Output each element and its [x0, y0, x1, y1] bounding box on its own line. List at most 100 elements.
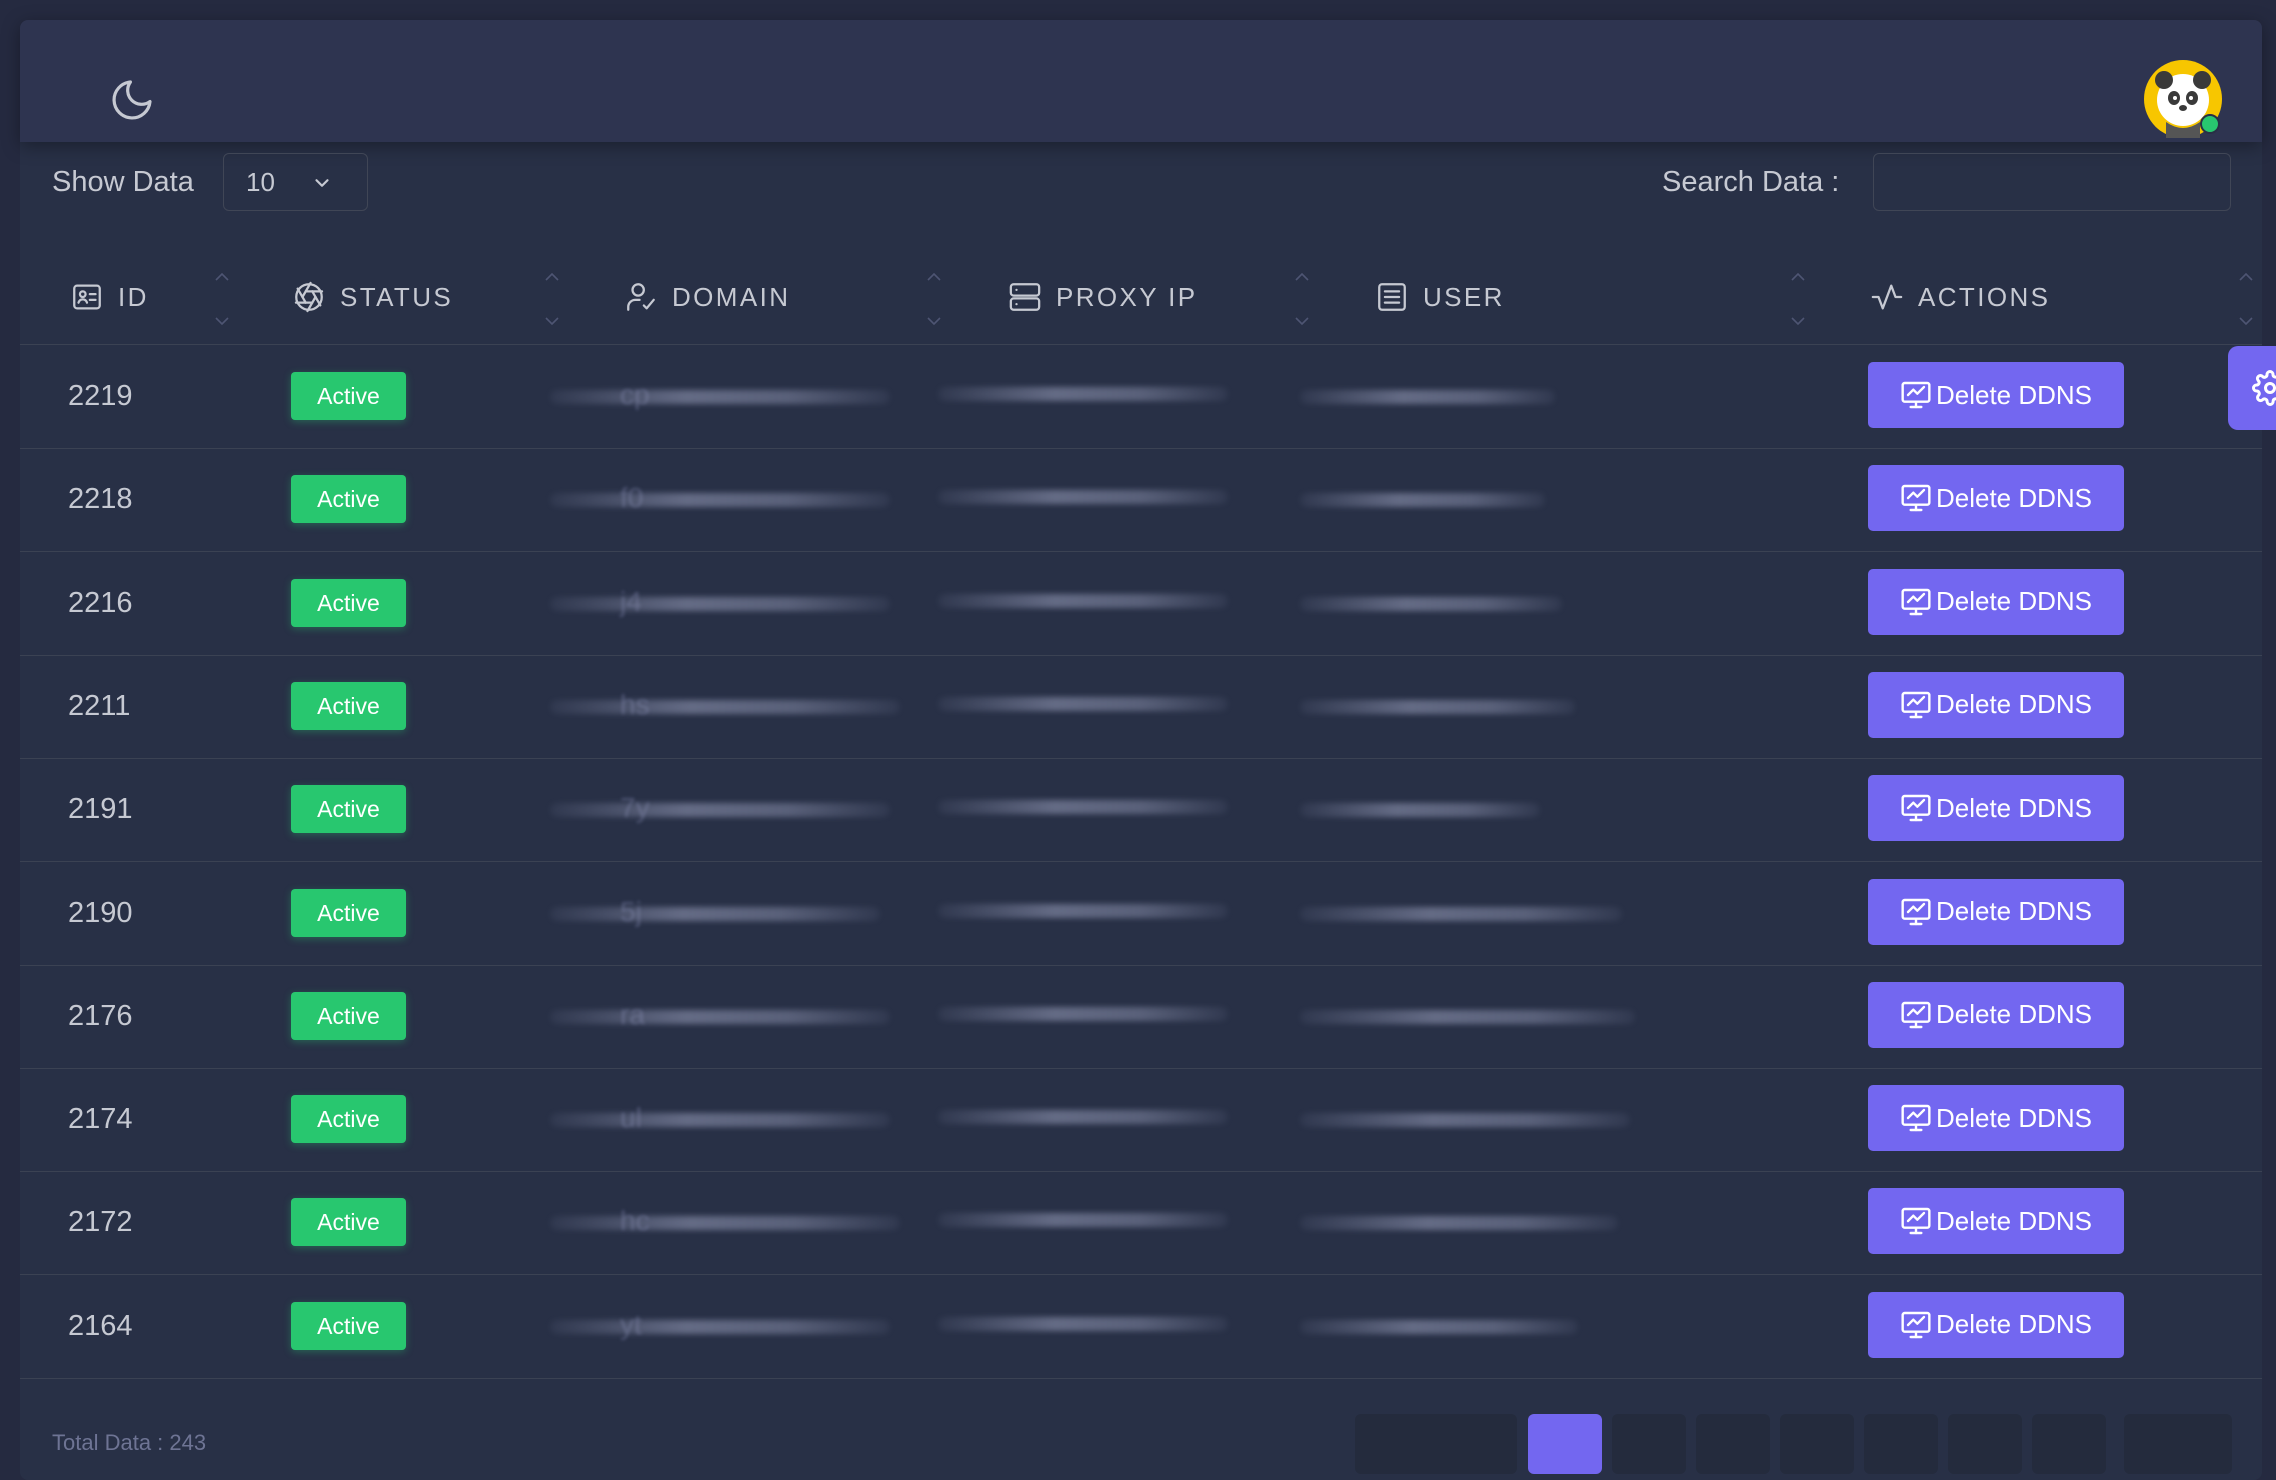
column-label: DOMAIN [672, 281, 791, 312]
proxy-ip-redacted [938, 1213, 1228, 1228]
table-row: 2219 Active cp Delete DDNS [20, 345, 2262, 449]
button-label: Delete DDNS [1935, 379, 2093, 410]
user-redacted [1300, 493, 1545, 508]
monitor-chart-icon [1901, 794, 1931, 822]
button-label: Delete DDNS [1935, 1102, 2093, 1133]
user-redacted [1300, 699, 1575, 714]
button-label: Delete DDNS [1935, 1205, 2093, 1236]
row-id: 2219 [68, 380, 133, 412]
status-badge: Active [291, 991, 406, 1040]
customizer-toggle[interactable] [2228, 346, 2276, 430]
delete-ddns-button[interactable]: Delete DDNS [1868, 671, 2124, 738]
domain-redacted [550, 803, 890, 818]
row-id: 2191 [68, 793, 133, 826]
button-label: Delete DDNS [1935, 586, 2093, 617]
status-badge: Active [291, 578, 406, 627]
status-badge: Active [291, 888, 406, 937]
domain-redacted [550, 1113, 890, 1128]
column-label: ACTIONS [1918, 281, 2051, 312]
domain-redacted [550, 699, 900, 714]
table-row: 2218 Active f0 Delete DDNS [20, 448, 2262, 553]
online-status-dot [2200, 114, 2220, 134]
total-data-text: Total Data : 243 [52, 1430, 207, 1455]
row-id: 2174 [68, 1103, 133, 1136]
table-row: 2164 Active yt Delete DDNS [20, 1275, 2262, 1379]
search-input[interactable] [1873, 153, 2231, 211]
column-header-id[interactable]: ID [70, 250, 149, 344]
sort-icon[interactable] [924, 268, 944, 330]
button-label: Delete DDNS [1935, 1309, 2093, 1340]
sort-icon[interactable] [1292, 268, 1312, 330]
column-header-status[interactable]: STATUS [292, 250, 453, 344]
status-badge: Active [291, 1095, 406, 1144]
delete-ddns-button[interactable]: Delete DDNS [1868, 981, 2124, 1048]
column-label: ID [118, 281, 149, 312]
proxy-ip-redacted [938, 800, 1228, 815]
delete-ddns-button[interactable]: Delete DDNS [1868, 465, 2124, 532]
column-label: PROXY IP [1056, 281, 1198, 312]
show-data-label: Show Data [52, 166, 194, 198]
table-header: ID STATUS DOMAIN PROXY IP USER ACTIONS [20, 250, 2262, 345]
pagination-prev[interactable] [1355, 1414, 1517, 1474]
status-badge: Active [291, 1301, 406, 1350]
pagination-page[interactable] [1696, 1414, 1770, 1474]
page-size-value: 10 [246, 167, 275, 197]
button-label: Delete DDNS [1935, 896, 2093, 926]
delete-ddns-button[interactable]: Delete DDNS [1868, 362, 2124, 428]
pagination-next[interactable] [2124, 1414, 2232, 1474]
status-badge: Active [291, 1198, 406, 1247]
sort-icon[interactable] [542, 268, 562, 330]
domain-redacted [550, 390, 890, 404]
delete-ddns-button[interactable]: Delete DDNS [1868, 1291, 2124, 1358]
monitor-chart-icon [1901, 898, 1931, 925]
sort-icon[interactable] [1788, 268, 1808, 330]
proxy-ip-redacted [938, 1110, 1228, 1125]
proxy-ip-redacted [938, 593, 1228, 608]
delete-ddns-button[interactable]: Delete DDNS [1868, 1085, 2124, 1152]
user-redacted [1300, 1113, 1630, 1128]
monitor-chart-icon [1901, 1311, 1931, 1338]
button-label: Delete DDNS [1935, 792, 2093, 823]
pagination-page[interactable] [1864, 1414, 1938, 1474]
pagination-page[interactable] [1612, 1414, 1686, 1474]
monitor-chart-icon [1901, 381, 1931, 409]
pagination-page[interactable] [2032, 1414, 2106, 1474]
user-redacted [1300, 1009, 1635, 1024]
column-label: USER [1423, 281, 1505, 312]
gear-icon [2252, 370, 2276, 406]
monitor-chart-icon [1901, 485, 1931, 512]
row-id: 2216 [68, 586, 133, 619]
user-redacted [1300, 596, 1562, 611]
proxy-ip-redacted [938, 387, 1228, 401]
button-label: Delete DDNS [1935, 482, 2093, 513]
monitor-chart-icon [1901, 1208, 1931, 1235]
pagination-page-active[interactable] [1528, 1414, 1602, 1474]
domain-redacted [550, 1216, 900, 1231]
table-row: 2172 Active hc Delete DDNS [20, 1171, 2262, 1276]
delete-ddns-button[interactable]: Delete DDNS [1868, 1188, 2124, 1255]
avatar[interactable] [2144, 60, 2222, 138]
aperture-icon [294, 281, 324, 313]
pagination-page[interactable] [1780, 1414, 1854, 1474]
moon-icon[interactable] [108, 76, 156, 124]
column-header-domain[interactable]: DOMAIN [624, 250, 790, 344]
pagination-page[interactable] [1948, 1414, 2022, 1474]
delete-ddns-button[interactable]: Delete DDNS [1868, 568, 2124, 635]
delete-ddns-button[interactable]: Delete DDNS [1868, 775, 2124, 842]
proxy-ip-redacted [938, 696, 1228, 711]
monitor-chart-icon [1901, 1104, 1931, 1132]
monitor-chart-icon [1901, 588, 1931, 615]
page-size-select[interactable]: 10 [223, 153, 368, 211]
row-id: 2218 [68, 483, 133, 516]
column-header-actions[interactable]: ACTIONS [1870, 250, 2050, 344]
button-label: Delete DDNS [1935, 689, 2093, 720]
sort-icon[interactable] [212, 268, 232, 330]
user-redacted [1300, 803, 1540, 818]
row-id: 2211 [68, 689, 131, 722]
sort-icon[interactable] [2236, 268, 2256, 330]
proxy-ip-redacted [938, 490, 1228, 505]
delete-ddns-button[interactable]: Delete DDNS [1868, 878, 2124, 945]
column-header-user[interactable]: USER [1375, 250, 1505, 344]
column-header-proxy-ip[interactable]: PROXY IP [1008, 250, 1198, 344]
row-id: 2164 [68, 1309, 133, 1342]
